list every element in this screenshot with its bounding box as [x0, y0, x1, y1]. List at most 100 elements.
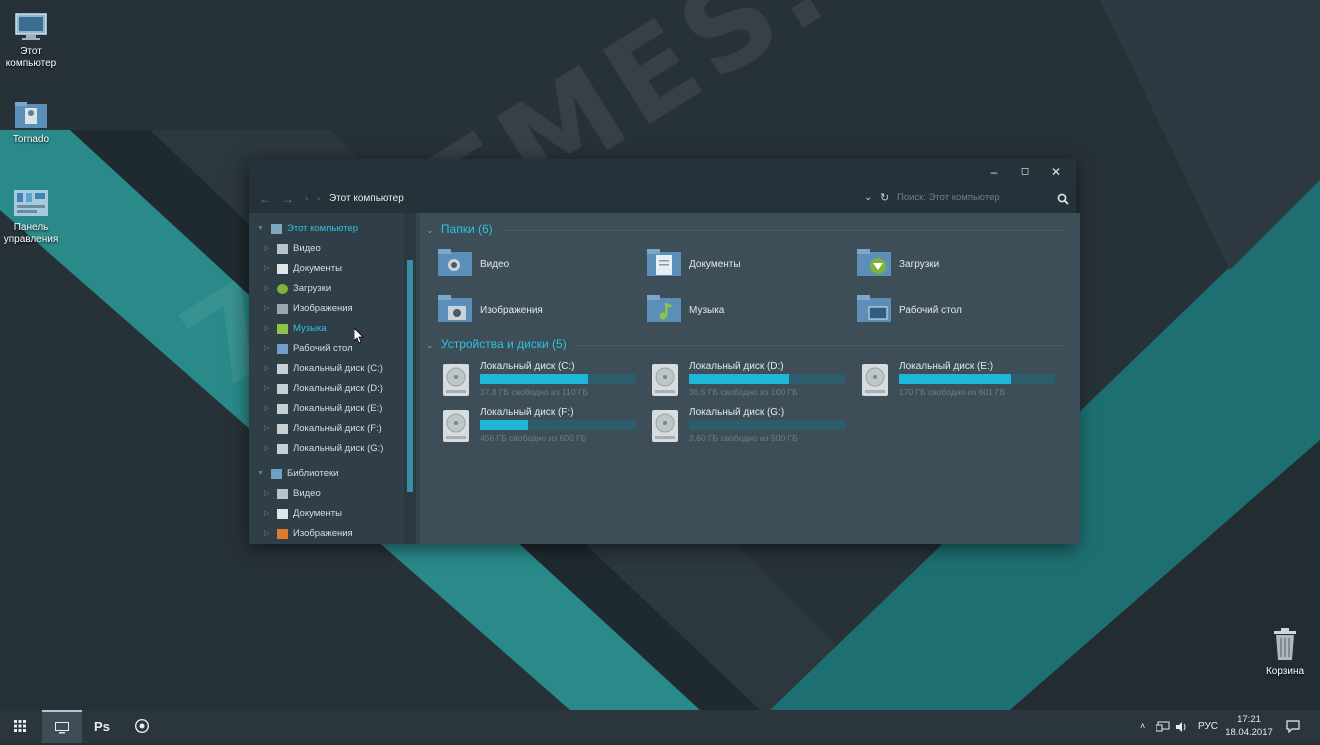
breadcrumb-separator-icon: › — [317, 193, 320, 203]
search-icon[interactable] — [1057, 193, 1069, 205]
drive-icon — [277, 444, 288, 454]
maximize-button[interactable]: ◻ — [1009, 159, 1041, 185]
close-button[interactable]: ✕ — [1040, 159, 1072, 185]
chevron-right-icon[interactable]: ▷ — [264, 360, 269, 378]
explorer-window: – ◻ ✕ ← → › › Этот компьютер ⌄ ↻ Поиск: … — [249, 159, 1080, 544]
volume-icon[interactable] — [1175, 721, 1189, 733]
drive-tile-c[interactable]: Локальный диск (C:) 37,8 ГБ свободно из … — [438, 361, 648, 405]
chevron-up-icon[interactable]: ˄ — [1140, 710, 1145, 743]
chevron-right-icon[interactable]: ▷ — [264, 240, 269, 258]
refresh-icon[interactable]: ↻ — [880, 191, 889, 204]
notifications-icon[interactable] — [1286, 720, 1300, 733]
desktop-icon-this-pc[interactable]: Этот компьютер — [0, 12, 62, 70]
chevron-down-icon[interactable]: ▼ — [257, 465, 264, 483]
downloads-folder-icon — [277, 284, 288, 294]
folder-tile-downloads[interactable]: Загрузки — [857, 248, 1057, 282]
breadcrumb[interactable]: Этот компьютер — [329, 193, 404, 204]
folders-group-header[interactable]: ⌄ Папки (6) — [426, 222, 1066, 236]
chevron-right-icon[interactable]: ▷ — [264, 505, 269, 523]
drive-usage-bar — [899, 374, 1055, 384]
chevron-down-icon[interactable]: ⌄ — [426, 340, 434, 350]
folder-tile-documents[interactable]: Документы — [647, 248, 847, 282]
up-chevron-icon[interactable]: › — [305, 193, 308, 203]
tree-item-drive-g[interactable]: ▷ Локальный диск (G:) — [249, 440, 404, 458]
chevron-right-icon[interactable]: ▷ — [264, 320, 269, 338]
control-panel-icon — [14, 190, 48, 216]
search-input[interactable]: Поиск: Этот компьютер — [897, 192, 1059, 206]
tree-item-drive-e[interactable]: ▷ Локальный диск (E:) — [249, 400, 404, 418]
minimize-button[interactable]: – — [978, 159, 1010, 185]
taskbar-explorer-button[interactable] — [42, 710, 82, 743]
video-folder-icon — [277, 489, 288, 499]
tree-item-library-video[interactable]: ▷ Видео — [249, 485, 404, 503]
tree-item-video[interactable]: ▷ Видео — [249, 240, 404, 258]
navigation-scrollbar[interactable] — [404, 213, 416, 544]
desktop-icon-label: Этот компьютер — [5, 46, 57, 69]
music-folder-icon — [277, 324, 288, 334]
tree-item-library-documents[interactable]: ▷ Документы — [249, 505, 404, 523]
folder-tile-desktop[interactable]: Рабочий стол — [857, 294, 1057, 328]
chevron-right-icon[interactable]: ▷ — [264, 485, 269, 503]
computer-icon — [271, 224, 282, 234]
chevron-right-icon[interactable]: ▷ — [264, 440, 269, 458]
taskbar-photoshop-button[interactable]: Ps — [82, 710, 122, 743]
tree-item-desktop[interactable]: ▷ Рабочий стол — [249, 340, 404, 358]
tree-item-drive-f[interactable]: ▷ Локальный диск (F:) — [249, 420, 404, 438]
tree-item-music[interactable]: ▷ Музыка — [249, 320, 404, 338]
tree-item-library-pictures[interactable]: ▷ Изображения — [249, 525, 404, 543]
chevron-right-icon[interactable]: ▷ — [264, 420, 269, 438]
drive-usage-fill — [689, 374, 789, 384]
chevron-right-icon[interactable]: ▷ — [264, 280, 269, 298]
tree-item-libraries[interactable]: ▼ Библиотеки — [249, 465, 404, 483]
clock[interactable]: 17:21 18.04.2017 — [1222, 713, 1276, 739]
taskbar-chrome-button[interactable] — [122, 710, 162, 743]
chevron-down-icon[interactable]: ▼ — [257, 220, 264, 238]
tree-item-documents[interactable]: ▷ Документы — [249, 260, 404, 278]
mouse-cursor-icon — [354, 328, 364, 344]
tree-item-drive-d[interactable]: ▷ Локальный диск (D:) — [249, 380, 404, 398]
chevron-right-icon[interactable]: ▷ — [264, 300, 269, 318]
chevron-right-icon[interactable]: ▷ — [264, 260, 269, 278]
drive-usage-bar — [689, 420, 845, 430]
title-bar[interactable]: – ◻ ✕ — [249, 159, 1076, 185]
folder-tile-video[interactable]: Видео — [438, 248, 638, 282]
desktop-icon-control-panel[interactable]: Панель управления — [0, 188, 62, 246]
scrollbar-thumb[interactable] — [407, 260, 413, 492]
tree-item-drive-c[interactable]: ▷ Локальный диск (C:) — [249, 360, 404, 378]
pictures-folder-icon — [277, 304, 288, 314]
tree-item-pictures[interactable]: ▷ Изображения — [249, 300, 404, 318]
start-button[interactable] — [0, 710, 40, 743]
drive-tile-g[interactable]: Локальный диск (G:) 3,60 ГБ свободно из … — [647, 407, 857, 451]
forward-arrow-icon[interactable]: → — [282, 192, 294, 206]
drive-icon — [277, 384, 288, 394]
drive-icon — [277, 404, 288, 414]
drive-usage-bar — [480, 374, 636, 384]
folder-tile-pictures[interactable]: Изображения — [438, 294, 638, 328]
chevron-right-icon[interactable]: ▷ — [264, 380, 269, 398]
drive-tile-f[interactable]: Локальный диск (F:) 456 ГБ свободно из 6… — [438, 407, 648, 451]
documents-folder-icon — [277, 264, 288, 274]
music-folder-icon — [647, 295, 681, 322]
chevron-right-icon[interactable]: ▷ — [264, 340, 269, 358]
folder-tile-music[interactable]: Музыка — [647, 294, 847, 328]
back-arrow-icon[interactable]: ← — [259, 192, 271, 206]
desktop-icon-recycle-bin[interactable]: Корзина — [1254, 628, 1316, 678]
drive-tile-d[interactable]: Локальный диск (D:) 36,5 ГБ свободно из … — [647, 361, 857, 405]
drive-tile-e[interactable]: Локальный диск (E:) 170 ГБ свободно из 6… — [857, 361, 1067, 405]
chevron-down-icon[interactable]: ⌄ — [426, 225, 434, 235]
desktop-icon-label: Корзина — [1265, 666, 1305, 677]
divider — [576, 345, 1066, 346]
language-indicator[interactable]: РУС — [1198, 710, 1218, 743]
drives-group-header[interactable]: ⌄ Устройства и диски (5) — [426, 337, 1066, 351]
drive-usage-bar — [480, 420, 636, 430]
pictures-folder-icon — [438, 295, 472, 322]
hard-drive-icon — [862, 364, 888, 396]
chevron-right-icon[interactable]: ▷ — [264, 400, 269, 418]
tree-item-downloads[interactable]: ▷ Загрузки — [249, 280, 404, 298]
chevron-right-icon[interactable]: ▷ — [264, 525, 269, 543]
chevron-down-icon[interactable]: ⌄ — [864, 192, 872, 203]
desktop-icon-tornado[interactable]: Tornado — [0, 100, 62, 146]
network-icon[interactable] — [1156, 721, 1170, 733]
tree-item-this-pc[interactable]: ▼ Этот компьютер — [249, 220, 404, 238]
downloads-folder-icon — [857, 249, 891, 276]
